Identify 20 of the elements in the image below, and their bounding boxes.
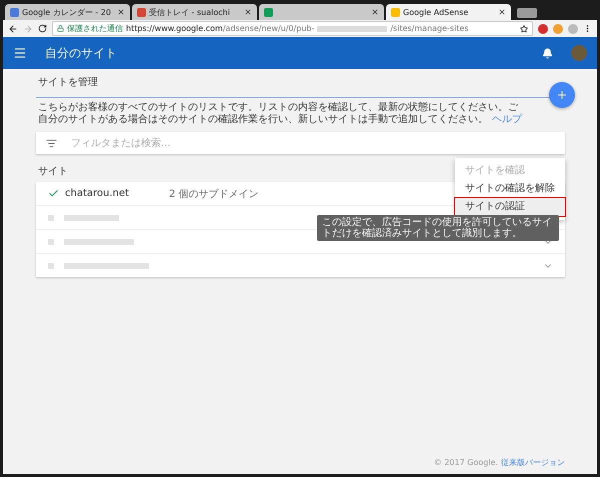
security-label: 保護された通信 (67, 23, 123, 34)
browser-tab[interactable]: Google AdSense (386, 4, 511, 20)
subdomain-count: 2 個のサブドメイン (169, 188, 259, 200)
filter-input[interactable]: フィルタまたは検索... (69, 136, 555, 150)
browser-tab[interactable]: 受信トレイ - sualochi (132, 4, 257, 20)
sites-label: サイト (38, 165, 68, 178)
description-text: こちらがお客様のすべてのサイトのリストです。リストの内容を確認して、最新の状態にしてください。ご自分のサイトがある場合はそのサイトの確認作業を行い、新しいサイトは手動で追加してください。 ヘルプ (38, 102, 524, 126)
browser-tab[interactable]: Google カレンダー - 20 (5, 4, 130, 20)
copyright-text: © 2017 Google. (434, 458, 498, 467)
site-domain[interactable]: chatarou.net (65, 188, 169, 199)
section-title: サイトを管理 (37, 76, 99, 90)
menu-item[interactable]: サイトの認証 (455, 198, 565, 216)
page-title: 自分のサイト (45, 44, 118, 62)
url-path: /adsense/new/u/0/pub- (222, 24, 314, 33)
url-host: https://www.google.com (126, 24, 223, 33)
url-path: /sites/manage-sites (390, 24, 469, 33)
address-field[interactable]: 保護された通信 https://www.google.com/adsense/new/u/0/pub- /sites/manage-sites (52, 21, 533, 36)
menu-item[interactable]: サイトの確認を解除 (455, 180, 565, 198)
tooltip: この設定で、広告コードの使用を許可しているサイトだけを確認済みサイトとして識別します。 (317, 215, 559, 241)
filter-field[interactable]: フィルタまたは検索... (36, 132, 565, 154)
